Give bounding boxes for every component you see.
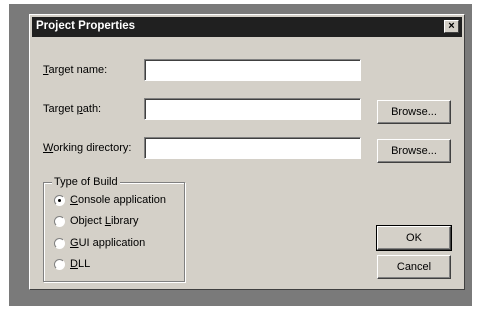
radio-label: DLL bbox=[70, 258, 91, 270]
browse-working-directory-button[interactable]: Browse... bbox=[377, 139, 451, 163]
type-of-build-group: Type of Build Console application Object… bbox=[43, 176, 185, 282]
radio-label: Object Library bbox=[70, 215, 139, 227]
radio-empty-icon bbox=[54, 259, 65, 270]
radio-selected-icon bbox=[54, 195, 65, 206]
radio-empty-icon bbox=[54, 216, 65, 227]
working-directory-input[interactable] bbox=[144, 137, 361, 159]
browse-target-path-button[interactable]: Browse... bbox=[377, 100, 451, 124]
target-name-input[interactable] bbox=[144, 59, 361, 81]
working-directory-label: Working directory: bbox=[43, 142, 132, 154]
close-button[interactable]: × bbox=[444, 20, 459, 33]
project-properties-dialog: Project Properties × Target name: Target… bbox=[29, 14, 465, 290]
radio-label: Console application bbox=[70, 194, 167, 206]
radio-label: GUI application bbox=[70, 237, 146, 249]
target-name-label: Target name: bbox=[43, 64, 108, 76]
target-path-input[interactable] bbox=[144, 98, 361, 120]
close-icon: × bbox=[448, 20, 455, 32]
dialog-title: Project Properties bbox=[36, 20, 136, 32]
title-bar[interactable]: Project Properties × bbox=[32, 17, 462, 37]
target-path-label: Target path: bbox=[43, 103, 102, 115]
radio-empty-icon bbox=[54, 238, 65, 249]
cancel-button[interactable]: Cancel bbox=[377, 255, 451, 279]
group-title: Type of Build bbox=[52, 176, 120, 188]
ok-button[interactable]: OK bbox=[376, 225, 452, 251]
